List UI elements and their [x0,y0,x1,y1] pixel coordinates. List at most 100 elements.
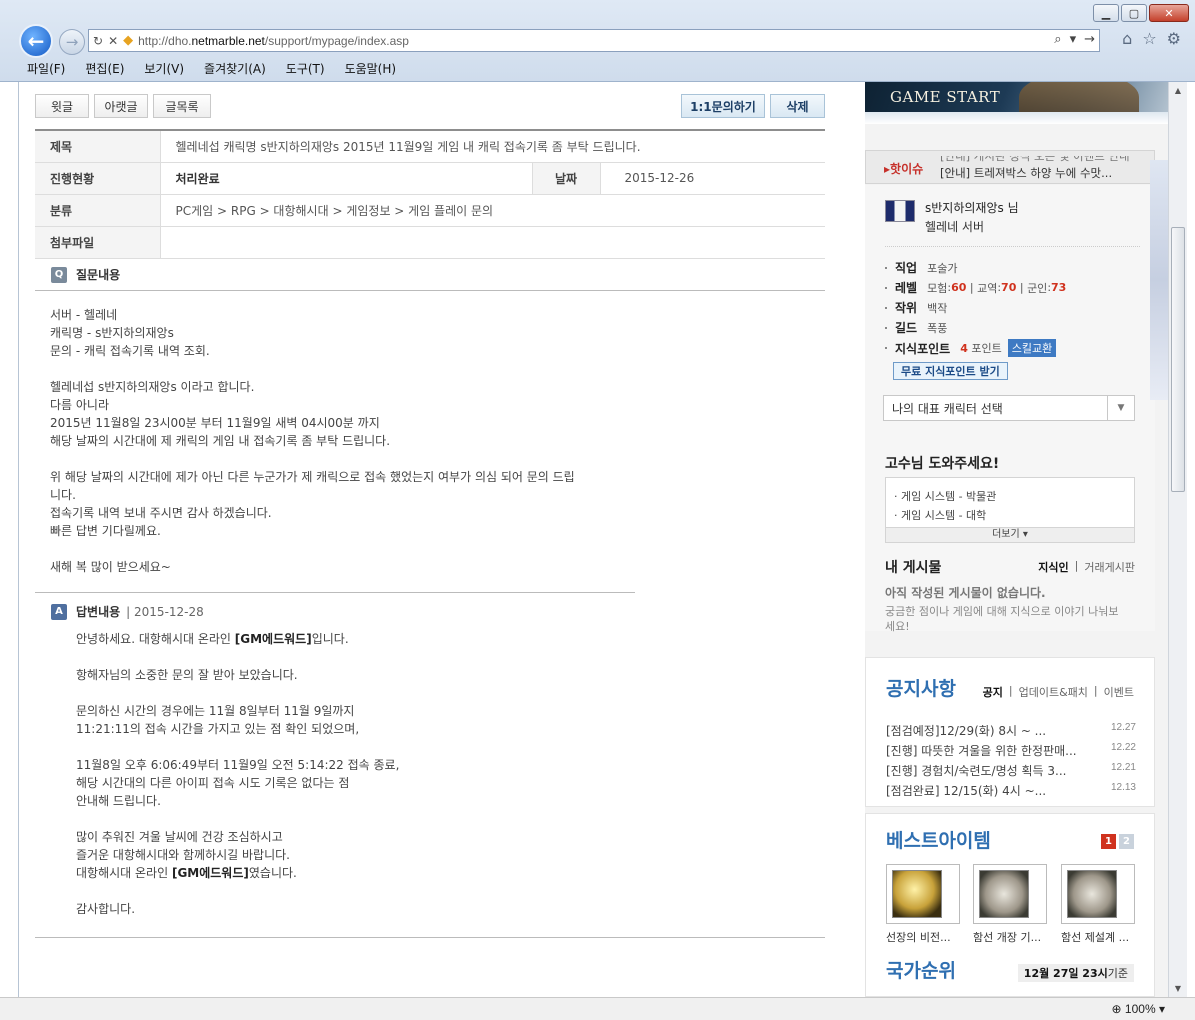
notice-panel: 공지사항 공지 | 업데이트&패치 | 이벤트 [점검예정]12/29(화) 8… [865,657,1155,807]
skill-exchange-button[interactable]: 스킬교환 [1007,339,1057,357]
scrollbar-thumb[interactable] [1171,227,1185,492]
notice-tabs: 공지 | 업데이트&패치 | 이벤트 [983,684,1134,700]
answer-line: 안내해 드립니다. [76,794,161,808]
tab-event[interactable]: 이벤트 [1104,684,1134,700]
category-row: 분류 PC게임 > RPG > 대항해시대 > 게임정보 > 게임 플레이 문의 [35,194,825,227]
answer-line: 해당 시간대의 다른 아이피 접속 시도 기록은 없다는 점 [76,776,350,790]
title-value: 헬레네섭 캐릭명 s반지하의재앙s 2015년 11월9일 게임 내 캐릭 접속… [160,130,825,163]
guild-flag-icon [885,200,915,222]
question-divider [35,290,825,291]
help-list-item[interactable]: · 게임 시스템 - 박물관 [894,488,996,504]
page-2-button[interactable]: 2 [1119,834,1134,849]
forward-button[interactable]: → [59,29,85,55]
best-items-title: 베스트아이템 [886,830,991,852]
stat-guild-value: 폭풍 [927,321,948,335]
scroll-down-icon[interactable]: ▼ [1169,980,1187,997]
profile-panel: s반지하의재앙s 님 헬레네 서버 직업 포술가 레벨 모험:60 | 교역:70 … [865,185,1155,447]
my-posts-description: 궁금한 점이나 게임에 대해 지식으로 이야기 나눠보세요! [885,605,1119,633]
page-1-button[interactable]: 1 [1101,834,1116,849]
url-prefix: http://dho. [138,33,192,48]
favorites-star-icon[interactable]: ☆ [1142,29,1156,48]
back-button[interactable]: ← [19,24,53,58]
tab-update-patch[interactable]: 업데이트&패치 [1019,684,1088,700]
menu-favorites[interactable]: 즐겨찾기(A) [204,60,266,77]
question-line [50,360,575,378]
answer-badge: A [51,603,67,620]
question-line: 새해 복 많이 받으세요~ [50,560,171,574]
url-text[interactable]: http://dho.netmarble.net/support/mypage/… [138,34,409,48]
date-value: 2015-12-26 [600,162,825,195]
menu-help[interactable]: 도움말(H) [345,60,397,77]
scroll-up-icon[interactable]: ▲ [1169,82,1187,99]
page-viewport: 윗글 아랫글 글목록 1:1문의하기 삭제 제목 헬레네섭 캐릭명 s반지하의재… [18,82,1168,997]
inquiry-info-table: 제목 헬레네섭 캐릭명 s반지하의재앙s 2015년 11월9일 게임 내 캐릭… [35,129,825,259]
tab-knowledge[interactable]: 지식인 [1038,559,1068,575]
next-post-button[interactable]: 아랫글 [94,94,148,118]
notice-row[interactable]: [점검예정]12/29(화) 8시 ~ ... 12.27 [886,722,1136,739]
best-item[interactable] [1061,864,1135,924]
answer-greeting-post: 입니다. [311,632,349,646]
refresh-icon[interactable]: ↻ [93,34,103,48]
address-bar[interactable]: ↻ ✕ ◆ http://dho.netmarble.net/support/m… [88,29,1100,52]
menu-tools[interactable]: 도구(T) [286,60,325,77]
go-arrow-icon[interactable]: → [1084,32,1095,47]
help-list-item-text: 게임 시스템 - 대학 [901,509,987,522]
question-line [50,540,575,558]
hot-issue-text[interactable]: [안내] 트레져박스 하양 누에 수맛... [940,165,1112,181]
notice-row[interactable]: [점검완료] 12/15(화) 4시 ~... 12.13 [886,782,1136,799]
tab-notice[interactable]: 공지 [983,684,1003,700]
zoom-level[interactable]: ⊕ 100% ▾ [1112,1002,1165,1016]
prev-post-button[interactable]: 윗글 [35,94,89,118]
answer-signature: 대항해시대 온라인 [GM에드워드]였습니다. [76,864,399,882]
best-items-panel: 베스트아이템 1 2 선장의 비전... 함선 개장 기... 함선 제설계 .… [865,813,1155,997]
help-list-item[interactable]: · 게임 시스템 - 대학 [894,507,986,523]
notice-title: 공지사항 [886,678,956,700]
inquiry-button[interactable]: 1:1문의하기 [681,94,765,118]
character-name-suffix: 님 [1007,201,1019,215]
best-item[interactable] [886,864,960,924]
answer-body: 안녕하세요. 대항해시대 온라인 [GM에드워드]입니다. 항해자님의 소중한 … [76,630,399,918]
character-select-value: 나의 대표 캐릭터 선택 [892,401,1003,416]
chevron-down-icon[interactable]: ▼ [1107,396,1134,420]
more-button[interactable]: 더보기 ▾ [885,527,1135,543]
menu-view[interactable]: 보기(V) [144,60,184,77]
question-heading: Q 질문내용 [51,266,120,283]
category-value: PC게임 > RPG > 대항해시대 > 게임정보 > 게임 플레이 문의 [160,194,825,227]
question-line: 2015년 11월8일 23시00분 부터 11월9일 새벽 04시00분 까지 [50,416,380,430]
gear-icon[interactable]: ⚙ [1167,29,1181,48]
stop-icon[interactable]: ✕ [108,34,118,48]
answer-line [76,684,399,702]
delete-button[interactable]: 삭제 [770,94,825,118]
free-knowledge-point-button[interactable]: 무료 지식포인트 받기 [893,362,1008,380]
home-icon[interactable]: ⌂ [1122,29,1132,48]
attachment-value [160,226,825,259]
close-button[interactable]: ✕ [1149,4,1189,22]
best-item-name[interactable]: 선장의 비전... [886,929,951,945]
answer-date: | 2015-12-28 [126,604,204,619]
server-name: 헬레네 서버 [925,220,985,234]
browser-chrome: ▁ ▢ ✕ ← → ↻ ✕ ◆ http://dho.netmarble.net… [0,0,1195,82]
title-label: 제목 [35,130,161,163]
notice-row[interactable]: [진행] 경험치/숙련도/명성 획득 3... 12.21 [886,762,1136,779]
my-posts-tabs: 지식인 | 거래게시판 [1038,559,1135,575]
post-list-button[interactable]: 글목록 [153,94,211,118]
game-start-banner[interactable]: GAME START [865,82,1168,124]
chevron-down-icon[interactable]: ▾ [1070,32,1077,47]
chevron-down-icon[interactable]: ▾ [1159,1002,1165,1016]
menu-file[interactable]: 파일(F) [27,60,65,77]
menu-edit[interactable]: 편집(E) [85,60,124,77]
tab-trade-board[interactable]: 거래게시판 [1084,559,1135,575]
question-line: 해당 날짜의 시간대에 제 캐릭의 게임 내 접속기록 좀 부탁 드립니다. [50,434,391,448]
vertical-scrollbar[interactable]: ▲ ▼ [1168,82,1187,997]
notice-row-date: 12.13 [1110,782,1136,793]
hot-issue-ticker[interactable]: ▸핫이슈 [안내] 게시판 정식 오픈 및 이벤트 안내 [안내] 트레져박스 … [865,150,1155,184]
representative-character-select[interactable]: 나의 대표 캐릭터 선택 ▼ [883,395,1135,421]
best-item-name[interactable]: 함선 제설계 ... [1061,929,1129,945]
minimize-button[interactable]: ▁ [1093,4,1119,22]
search-icon[interactable]: ⌕ [1054,32,1061,47]
maximize-button[interactable]: ▢ [1121,4,1147,22]
best-item-name[interactable]: 함선 개장 기... [973,929,1041,945]
notice-row[interactable]: [진행] 따뜻한 겨울을 위한 한정판매... 12.22 [886,742,1136,759]
best-item[interactable] [973,864,1047,924]
question-body: 서버 - 헬레네 캐릭명 - s반지하의재앙s 문의 - 캐릭 접속기록 내역 … [50,306,575,576]
